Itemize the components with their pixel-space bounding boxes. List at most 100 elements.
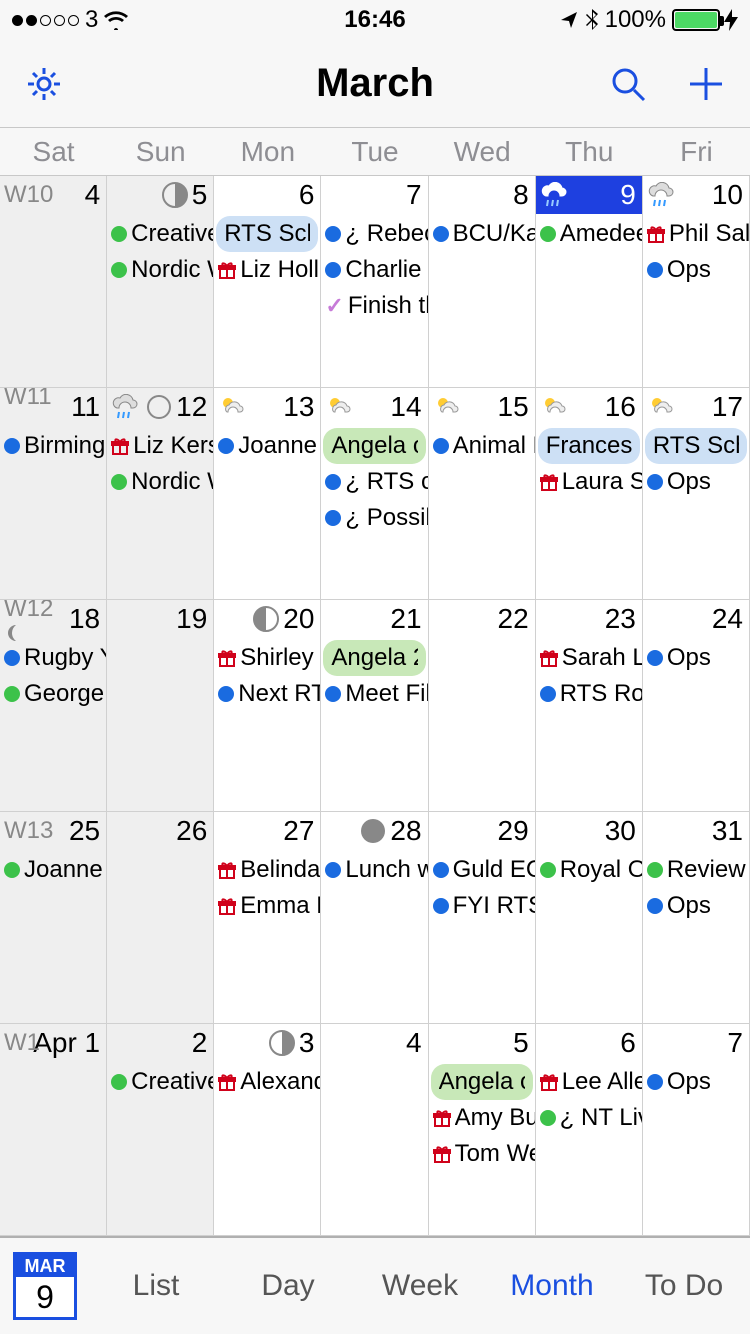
event-item[interactable]: Amedee xyxy=(536,216,642,252)
day-cell[interactable]: 29Guld ECFYI RTS xyxy=(429,812,536,1023)
event-item[interactable]: Belinda L xyxy=(214,852,320,888)
event-item[interactable]: Charlie J xyxy=(321,252,427,288)
event-item[interactable]: Ops xyxy=(643,640,749,676)
day-cell[interactable]: 10Phil SalceOps xyxy=(643,176,750,387)
today-button[interactable]: MAR 9 xyxy=(0,1238,90,1334)
event-item[interactable]: ¿ RTS co xyxy=(321,464,427,500)
event-item[interactable]: Guld EC xyxy=(429,852,535,888)
event-item[interactable]: BCU/Kat xyxy=(429,216,535,252)
tab-week[interactable]: Week xyxy=(354,1238,486,1334)
event-item[interactable]: Ops xyxy=(643,464,749,500)
day-cell[interactable]: 5CreativeNordic W xyxy=(107,176,214,387)
day-header: 16 xyxy=(536,388,642,426)
day-cell[interactable]: 26 xyxy=(107,812,214,1023)
event-item[interactable]: ✓Finish th xyxy=(321,288,427,324)
event-item[interactable]: Creative xyxy=(107,1064,213,1100)
event-item[interactable]: Sarah Le xyxy=(536,640,642,676)
day-cell[interactable]: 3Alexandr xyxy=(214,1024,321,1235)
event-item[interactable]: ¿ Rebecc xyxy=(321,216,427,252)
day-cell[interactable]: 30Royal Op xyxy=(536,812,643,1023)
day-header: 6 xyxy=(214,176,320,214)
day-number: 9 xyxy=(620,179,636,211)
day-cell[interactable]: 14Angela ov¿ RTS co¿ Possibl xyxy=(321,388,428,599)
event-item[interactable]: Nordic W xyxy=(107,252,213,288)
search-button[interactable] xyxy=(604,60,652,108)
event-item[interactable]: Ops xyxy=(643,888,749,924)
day-cell[interactable]: 31Review ofOps xyxy=(643,812,750,1023)
event-item[interactable]: Amy Bus xyxy=(429,1100,535,1136)
day-cell[interactable]: 13Joanne F xyxy=(214,388,321,599)
event-item[interactable]: Alexandr xyxy=(214,1064,320,1100)
day-cell[interactable]: 8BCU/Kat xyxy=(429,176,536,387)
day-cell[interactable]: 24Ops xyxy=(643,600,750,811)
day-cell[interactable]: 4 xyxy=(321,1024,428,1235)
event-item[interactable]: Tom Wer xyxy=(429,1136,535,1172)
event-item[interactable]: Shirley R xyxy=(214,640,320,676)
day-cell[interactable]: 27Belinda LEmma M xyxy=(214,812,321,1023)
event-item[interactable]: Phil Salce xyxy=(643,216,749,252)
tab-day[interactable]: Day xyxy=(222,1238,354,1334)
event-dot-icon xyxy=(647,862,663,878)
day-header: 20 xyxy=(214,600,320,638)
day-cell[interactable]: 12Liz KershNordic W xyxy=(107,388,214,599)
tab-to-do[interactable]: To Do xyxy=(618,1238,750,1334)
event-item[interactable]: Rugby Yo xyxy=(0,640,106,676)
tab-month[interactable]: Month xyxy=(486,1238,618,1334)
event-item[interactable]: Joanne F xyxy=(214,428,320,464)
event-item[interactable]: Emma M xyxy=(214,888,320,924)
day-cell[interactable]: W1218Rugby YoGeorge S xyxy=(0,600,107,811)
day-cell[interactable]: 2Creative xyxy=(107,1024,214,1235)
add-button[interactable] xyxy=(682,60,730,108)
day-cell[interactable]: 6Lee Aller¿ NT Live xyxy=(536,1024,643,1235)
event-item[interactable]: ¿ Possibl xyxy=(321,500,427,536)
settings-button[interactable] xyxy=(20,60,68,108)
day-cell[interactable]: W1325Joanne a xyxy=(0,812,107,1023)
day-cell[interactable]: 17RTS SchooOps xyxy=(643,388,750,599)
event-item[interactable]: Ops xyxy=(643,252,749,288)
day-cell[interactable]: W1Apr 1 xyxy=(0,1024,107,1235)
day-cell[interactable]: 15Animal L xyxy=(429,388,536,599)
day-number: 23 xyxy=(605,603,636,635)
event-item[interactable]: Laura Sp xyxy=(536,464,642,500)
event-item[interactable]: Angela ov xyxy=(323,428,425,464)
event-item[interactable]: FYI RTS xyxy=(429,888,535,924)
event-item[interactable]: Joanne a xyxy=(0,852,106,888)
tab-list[interactable]: List xyxy=(90,1238,222,1334)
event-item[interactable]: Review of xyxy=(643,852,749,888)
event-item[interactable]: Angela ov xyxy=(431,1064,533,1100)
event-item[interactable]: Lunch w xyxy=(321,852,427,888)
day-cell[interactable]: 19 xyxy=(107,600,214,811)
event-item[interactable]: Angela 2 xyxy=(323,640,425,676)
day-cell[interactable]: 16Frances DLaura Sp xyxy=(536,388,643,599)
event-item[interactable]: Meet File xyxy=(321,676,427,712)
day-cell[interactable]: 6RTS SchoLiz Hollid xyxy=(214,176,321,387)
day-cell[interactable]: 28Lunch w xyxy=(321,812,428,1023)
event-item[interactable]: Creative xyxy=(107,216,213,252)
event-item[interactable]: RTS Scho xyxy=(216,216,318,252)
event-item[interactable]: Liz Kersh xyxy=(107,428,213,464)
event-item[interactable]: George S xyxy=(0,676,106,712)
event-item[interactable]: Lee Aller xyxy=(536,1064,642,1100)
day-cell[interactable]: 20Shirley RNext RTS xyxy=(214,600,321,811)
day-cell[interactable]: 21Angela 2Meet File xyxy=(321,600,428,811)
day-cell[interactable]: W1111Birmingh xyxy=(0,388,107,599)
event-item[interactable]: ¿ NT Live xyxy=(536,1100,642,1136)
day-cell[interactable]: 22 xyxy=(429,600,536,811)
day-cell[interactable]: 9 Amedee xyxy=(536,176,643,387)
day-cell[interactable]: W104 xyxy=(0,176,107,387)
event-item[interactable]: Birmingh xyxy=(0,428,106,464)
event-item[interactable]: RTS Roa xyxy=(536,676,642,712)
event-item[interactable]: Nordic W xyxy=(107,464,213,500)
event-item[interactable]: Liz Hollid xyxy=(214,252,320,288)
event-item[interactable]: RTS Schoo xyxy=(645,428,747,464)
event-item[interactable]: Next RTS xyxy=(214,676,320,712)
day-cell[interactable]: 5Angela ovAmy BusTom Wer xyxy=(429,1024,536,1235)
day-cell[interactable]: 7¿ RebeccCharlie J✓Finish th xyxy=(321,176,428,387)
day-cell[interactable]: 23 Sarah LeRTS Roa xyxy=(536,600,643,811)
event-item[interactable]: Ops xyxy=(643,1064,749,1100)
battery-pct: 100% xyxy=(605,6,666,34)
event-item[interactable]: Royal Op xyxy=(536,852,642,888)
event-item[interactable]: Animal L xyxy=(429,428,535,464)
day-cell[interactable]: 7Ops xyxy=(643,1024,750,1235)
event-item[interactable]: Frances D xyxy=(538,428,640,464)
